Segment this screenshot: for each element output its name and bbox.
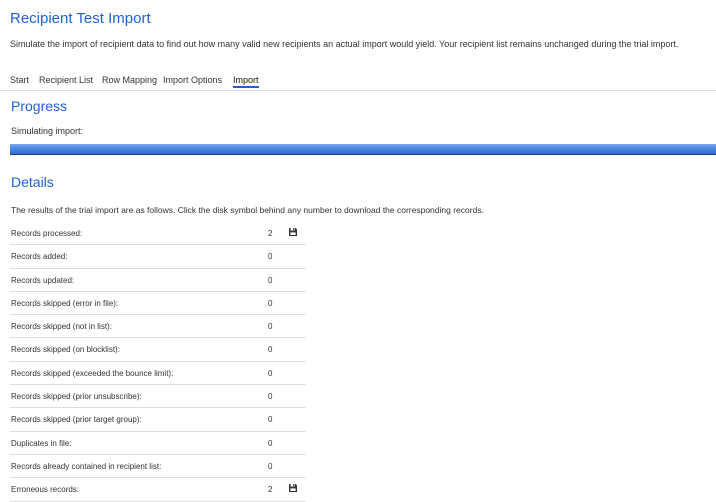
skipped-bounce-limit-value: 0 [268,368,273,378]
progress-bar [10,144,716,155]
tab-import-options[interactable]: Import Options [163,75,222,85]
records-added-value: 0 [268,252,273,262]
erroneous-records-label: Erroneous records: [11,485,80,495]
table-row: Records updated: 0 [10,269,306,292]
records-updated-label: Records updated: [11,275,75,285]
progress-bar-fill [10,144,716,154]
table-row: Records skipped (error in file): 0 [10,292,306,316]
table-row: Records processed: 2 [10,222,306,246]
duplicates-label: Duplicates in file: [11,438,72,448]
results-table: Records processed: 2 Records added: 0 Re… [10,222,306,502]
tab-recipient-list[interactable]: Recipient List [39,75,93,85]
tab-import[interactable]: Import [233,75,259,88]
skipped-not-in-list-value: 0 [268,322,273,332]
tab-row-mapping[interactable]: Row Mapping [102,75,157,85]
records-processed-label: Records processed: [11,229,83,238]
table-row: Duplicates in file: 0 [10,432,306,455]
table-row: Records added: 0 [10,245,306,269]
table-row: Records skipped (exceeded the bounce lim… [10,362,306,386]
disk-icon[interactable] [288,483,298,493]
details-heading: Details [11,174,54,190]
page-intro: Simulate the import of recipient data to… [10,39,679,49]
skipped-unsubscribe-value: 0 [268,392,273,402]
details-description: The results of the trial import are as f… [11,205,484,215]
records-updated-value: 0 [268,275,273,285]
table-row: Records skipped (not in list): 0 [10,315,306,339]
skipped-error-value: 0 [268,298,273,308]
skipped-unsubscribe-label: Records skipped (prior unsubscribe): [11,392,142,402]
records-added-label: Records added: [11,252,68,262]
table-row: Records skipped (prior unsubscribe): 0 [10,385,306,409]
progress-label: Simulating import: [11,126,84,136]
tab-start[interactable]: Start [10,75,29,85]
skipped-target-group-value: 0 [268,415,273,425]
skipped-blocklist-label: Records skipped (on blocklist): [11,345,120,355]
already-in-list-value: 0 [268,461,273,471]
skipped-blocklist-value: 0 [268,345,273,355]
skipped-bounce-limit-label: Records skipped (exceeded the bounce lim… [11,368,174,378]
records-processed-value: 2 [268,229,273,238]
table-row: Erroneous records: 2 [10,478,306,502]
table-row: Records skipped (on blocklist): 0 [10,338,306,362]
table-row: Records skipped (prior target group): 0 [10,408,306,432]
progress-heading: Progress [11,98,68,114]
skipped-target-group-label: Records skipped (prior target group): [11,415,142,425]
skipped-error-label: Records skipped (error in file): [11,298,119,308]
skipped-not-in-list-label: Records skipped (not in list): [11,322,112,332]
page-title: Recipient Test Import [10,10,151,27]
wizard-tabs: Start Recipient List Row Mapping Import … [0,72,716,91]
already-in-list-label: Records already contained in recipient l… [11,461,162,471]
disk-icon[interactable] [288,227,298,237]
duplicates-value: 0 [268,438,273,448]
table-row: Records already contained in recipient l… [10,455,306,479]
erroneous-records-value: 2 [268,485,273,495]
